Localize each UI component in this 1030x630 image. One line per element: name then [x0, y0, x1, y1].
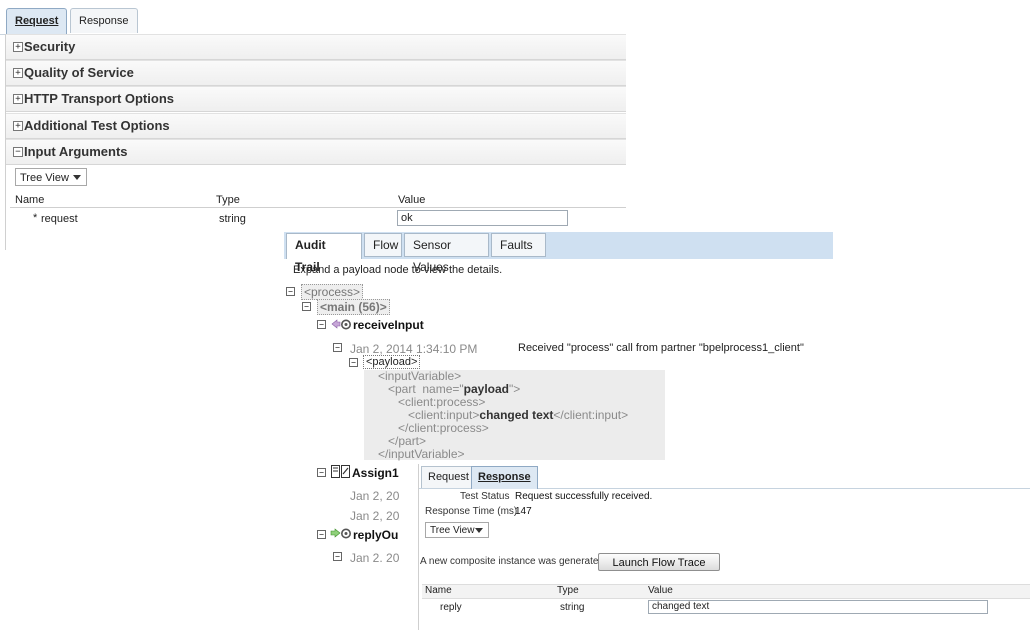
xml-line: <part name="payload"> — [388, 382, 520, 396]
response-time-value: 147 — [515, 506, 532, 517]
view-mode-select[interactable]: Tree View — [15, 168, 87, 186]
test-status-value: Request successfully received. — [515, 491, 653, 502]
collapse-icon[interactable]: − — [317, 530, 326, 539]
arg-value-text: ok — [401, 212, 413, 224]
expand-icon[interactable]: + — [13, 68, 23, 78]
arg-type: string — [219, 213, 246, 225]
xml-value: changed text — [479, 408, 554, 422]
select-value: Tree View — [20, 172, 69, 184]
event-timestamp: Jan 2. 20 — [350, 551, 400, 565]
assign-activity-icon — [331, 465, 350, 478]
event-message: Received "process" call from partner "bp… — [518, 342, 804, 354]
column-header-value: Value — [648, 585, 673, 596]
section-quality-of-service[interactable]: + Quality of Service — [6, 60, 626, 86]
event-timestamp: Jan 2, 20 — [350, 509, 400, 523]
result-type: string — [560, 602, 585, 613]
xml-line: <inputVariable> — [378, 369, 462, 383]
section-label: Additional Test Options — [24, 118, 170, 133]
process-node[interactable]: <process> — [301, 284, 364, 300]
tab-request[interactable]: Request — [421, 466, 476, 488]
response-time-label: Response Time (ms) — [425, 506, 518, 517]
activity-assign[interactable]: Assign1 — [352, 466, 399, 480]
section-label: Input Arguments — [24, 144, 128, 159]
main-node[interactable]: <main (56)> — [317, 299, 390, 315]
collapse-icon[interactable]: − — [349, 358, 358, 367]
xml-line: </inputVariable> — [378, 447, 465, 461]
xml-fragment: <part name=" — [388, 382, 464, 396]
collapse-icon[interactable]: − — [333, 343, 342, 352]
xml-fragment: <client:input> — [408, 408, 480, 422]
result-value-field[interactable]: changed text — [648, 600, 988, 614]
hint-text: Expand a payload node to view the detail… — [293, 264, 503, 276]
expand-icon[interactable]: + — [13, 121, 23, 131]
select-value: Tree View — [430, 525, 475, 536]
result-name: reply — [440, 602, 462, 613]
view-mode-select[interactable]: Tree View — [425, 522, 489, 538]
payload-node[interactable]: <payload> — [363, 355, 421, 369]
column-header-name: Name — [15, 194, 45, 206]
xml-line: <client:input>changed text</client:input… — [408, 408, 628, 422]
column-header-value: Value — [398, 194, 426, 206]
xml-line: </part> — [388, 434, 427, 448]
section-security[interactable]: + Security — [6, 34, 626, 60]
audit-tab-bar: Audit Trail Flow Sensor Values Faults — [284, 232, 833, 274]
response-panel: Request Response Test Status Request suc… — [418, 464, 1030, 630]
tab-faults[interactable]: Faults — [491, 233, 546, 257]
xml-line: </client:process> — [398, 421, 489, 435]
dropdown-arrow-icon — [475, 528, 483, 533]
activity-receive-input[interactable]: receiveInput — [353, 318, 424, 332]
collapse-icon[interactable]: − — [317, 320, 326, 329]
test-status-label: Test Status — [460, 491, 510, 502]
arg-name: request — [41, 213, 78, 225]
section-label: HTTP Transport Options — [24, 91, 174, 106]
section-input-arguments[interactable]: − Input Arguments — [6, 139, 626, 165]
response-tab-bar: Request Response — [419, 464, 1030, 489]
section-additional-test-options[interactable]: + Additional Test Options — [6, 113, 626, 139]
tab-response[interactable]: Response — [70, 8, 138, 33]
event-timestamp: Jan 2, 2014 1:34:10 PM — [350, 342, 478, 356]
result-value-text: changed text — [652, 601, 710, 612]
collapse-icon[interactable]: − — [302, 302, 311, 311]
results-header-row — [422, 584, 1030, 599]
expand-icon[interactable]: + — [13, 42, 23, 52]
collapse-icon[interactable]: − — [333, 552, 342, 561]
section-label: Quality of Service — [24, 65, 134, 80]
dropdown-arrow-icon — [73, 175, 81, 180]
xml-attr-value: payload — [463, 382, 509, 396]
section-label: Security — [24, 39, 76, 54]
collapse-icon[interactable]: − — [317, 468, 326, 477]
event-timestamp: Jan 2, 20 — [350, 489, 400, 503]
collapse-icon[interactable]: − — [286, 287, 295, 296]
column-header-type: Type — [216, 194, 240, 206]
receive-activity-icon — [331, 319, 351, 330]
tab-flow[interactable]: Flow — [364, 233, 402, 257]
tab-sensor-values[interactable]: Sensor Values — [404, 233, 489, 274]
tab-request[interactable]: Request — [6, 8, 68, 34]
activity-reply-output[interactable]: replyOu — [353, 528, 398, 542]
required-mark: * — [33, 212, 38, 224]
xml-line: <client:process> — [398, 395, 486, 409]
header-divider — [10, 207, 626, 208]
column-header-type: Type — [557, 585, 579, 596]
expand-icon[interactable]: + — [13, 94, 23, 104]
request-tab-bar: Request Response — [0, 0, 626, 35]
section-http-transport-options[interactable]: + HTTP Transport Options — [6, 86, 626, 112]
tab-response[interactable]: Response — [471, 466, 538, 489]
reply-activity-icon — [330, 528, 351, 539]
column-header-name: Name — [425, 585, 452, 596]
xml-fragment: </client:input> — [553, 408, 629, 422]
tab-audit-trail[interactable]: Audit Trail — [286, 233, 362, 274]
launch-flow-trace-button[interactable]: Launch Flow Trace — [598, 553, 720, 571]
collapse-icon[interactable]: − — [13, 147, 23, 157]
xml-fragment: "> — [509, 382, 521, 396]
composite-message: A new composite instance was generated. — [420, 556, 607, 567]
request-test-panel: Request Response + Security + Quality of… — [0, 0, 626, 250]
arg-value-input[interactable]: ok — [397, 210, 568, 226]
